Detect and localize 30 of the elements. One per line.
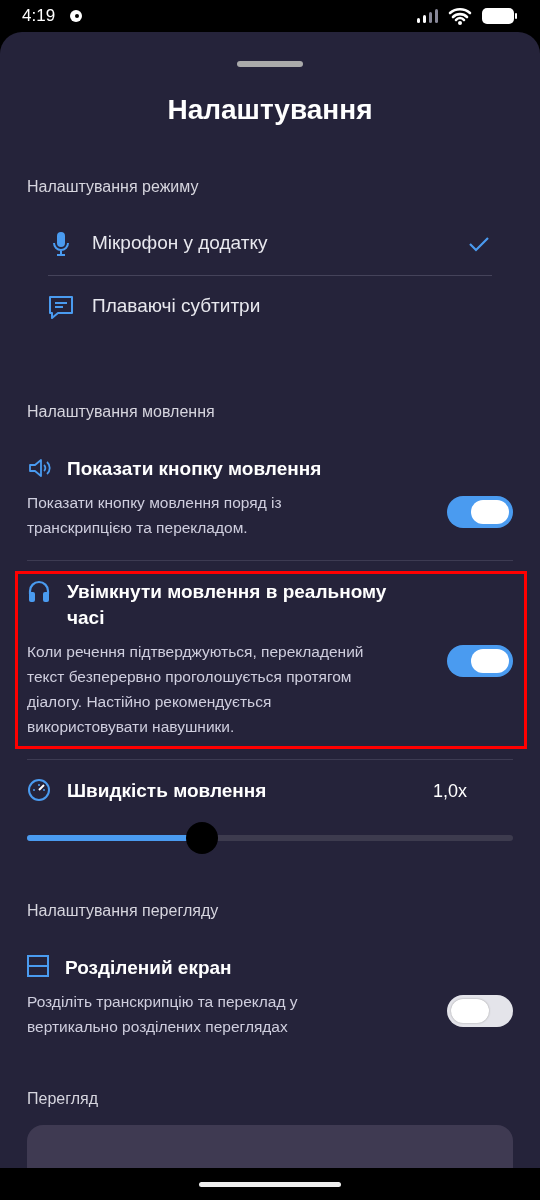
battery-icon: [482, 7, 518, 25]
setting-title: Показати кнопку мовлення: [67, 456, 323, 481]
toggle-switch[interactable]: [447, 495, 513, 528]
setting-title: Розділений екран: [65, 955, 233, 980]
slider-thumb[interactable]: [185, 821, 218, 854]
gauge-icon: [27, 777, 51, 802]
mode-option[interactable]: Мікрофон у додатку: [27, 212, 513, 275]
wifi-icon: [448, 7, 472, 25]
setting-description: Розділіть транскрипцію та переклад у вертикально розділених переглядах: [27, 991, 299, 1037]
signal-icon: [416, 8, 440, 24]
toggle-switch[interactable]: [447, 644, 513, 677]
section-heading: Перегляд: [27, 1088, 99, 1109]
section-heading: Налаштування режиму: [27, 176, 200, 197]
section-heading: Налаштування мовлення: [27, 401, 216, 422]
home-indicator[interactable]: [199, 1181, 341, 1187]
headphones-icon: [27, 578, 51, 603]
section-heading: Налаштування перегляду: [27, 900, 220, 921]
setting-title: Увімкнути мовлення в реальному часі: [67, 579, 388, 630]
sheet-title: Налаштування: [166, 93, 374, 127]
setting-description: Коли речення підтверджуються, перекладений текст безперервно проголошується протягом діалогу. Настійно рекомендується використовувати навушники.: [27, 641, 365, 737]
split-screen-icon: [27, 954, 49, 977]
drag-handle[interactable]: [237, 61, 303, 67]
setting-description: Показати кнопку мовлення поряд із транскрипцією та перекладом.: [27, 492, 283, 538]
status-time: 4:19: [22, 5, 56, 28]
check-icon: [466, 235, 492, 252]
speed-reading: 1,0x: [433, 779, 468, 803]
toggle-switch[interactable]: [447, 994, 513, 1027]
mode-option[interactable]: Плаваючі субтитри: [27, 275, 513, 338]
chat-icon: [48, 294, 74, 319]
setting-title: Швидкість мовлення: [67, 778, 268, 803]
